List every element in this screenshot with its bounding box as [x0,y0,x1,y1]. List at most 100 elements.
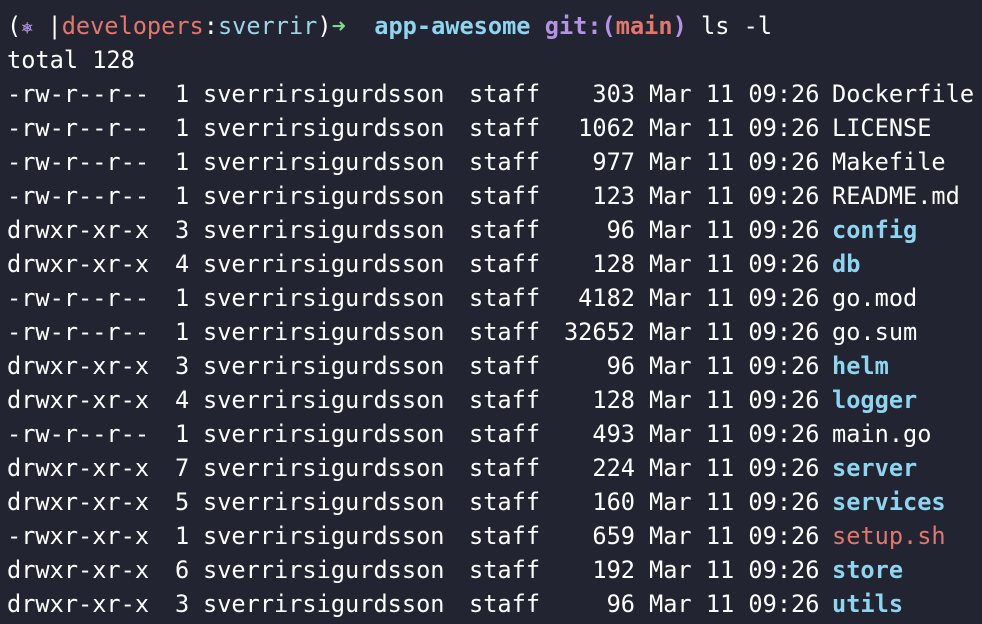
permissions: -rwxr-xr-x [7,522,150,550]
file-name[interactable]: config [832,213,917,247]
link-count: 1 [175,284,190,312]
permissions: drwxr-xr-x [7,250,150,278]
modified-date: Mar 11 09:26 [649,114,820,142]
group: staff [469,352,541,380]
link-count: 1 [175,420,190,448]
link-count: 6 [175,556,190,584]
link-count: 1 [175,182,190,210]
permissions: drwxr-xr-x [7,386,150,414]
modified-date: Mar 11 09:26 [649,216,820,244]
owner: sverrirsigurdsson [203,80,445,108]
file-name[interactable]: store [832,553,903,587]
file-name[interactable]: Makefile [832,145,946,179]
modified-date: Mar 11 09:26 [649,284,820,312]
list-item: drwxr-xr-x 3 sverrirsigurdsson staff 96 Mar 1… [7,587,982,621]
file-size: 96 [606,352,635,380]
group: staff [469,454,541,482]
owner: sverrirsigurdsson [203,182,445,210]
link-count: 4 [175,386,190,414]
kubernetes-helm-icon: ⎈ [21,15,34,39]
list-item: drwxr-xr-x 4 sverrirsigurdsson staff 128 Mar … [7,247,982,281]
modified-date: Mar 11 09:26 [649,80,820,108]
list-item: drwxr-xr-x 5 sverrirsigurdsson staff 160 Mar … [7,485,982,519]
prompt-git-branch: main [615,12,673,40]
link-count: 3 [175,590,190,618]
modified-date: Mar 11 09:26 [649,318,820,346]
list-item: -rw-r--r-- 1 sverrirsigurdsson staff 32652 Ma… [7,315,982,349]
owner: sverrirsigurdsson [203,590,445,618]
total-line: total 128 [7,46,135,74]
prompt-colon: : [203,12,218,40]
prompt-git-close: ) [672,12,687,40]
file-name[interactable]: db [832,247,860,281]
list-item: -rw-r--r-- 1 sverrirsigurdsson staff 1062 Mar… [7,111,982,145]
link-count: 5 [175,488,190,516]
command-input[interactable]: ls -l [701,12,772,40]
modified-date: Mar 11 09:26 [649,352,820,380]
group: staff [469,522,541,550]
file-name[interactable]: main.go [832,417,931,451]
owner: sverrirsigurdsson [203,386,445,414]
prompt-directory: app-awesome [374,12,531,40]
file-name[interactable]: logger [832,383,917,417]
prompt-open-paren: ( [7,12,22,40]
permissions: drwxr-xr-x [7,352,150,380]
modified-date: Mar 11 09:26 [649,522,820,550]
link-count: 7 [175,454,190,482]
list-item: -rw-r--r-- 1 sverrirsigurdsson staff 123 Mar … [7,179,982,213]
terminal-window[interactable]: (⎈ |developers:sverrir)➜ app-awesome git… [0,0,982,624]
file-name[interactable]: services [832,485,946,519]
file-name[interactable]: go.sum [832,315,917,349]
list-item: drwxr-xr-x 6 sverrirsigurdsson staff 192 Mar … [7,553,982,587]
link-count: 1 [175,80,190,108]
file-name[interactable]: helm [832,349,889,383]
modified-date: Mar 11 09:26 [649,590,820,618]
permissions: drwxr-xr-x [7,590,150,618]
file-size: 128 [592,250,635,278]
owner: sverrirsigurdsson [203,420,445,448]
prompt-arrow-icon: ➜ [331,12,346,40]
file-size: 192 [592,556,635,584]
group: staff [469,590,541,618]
list-item: -rw-r--r-- 1 sverrirsigurdsson staff 4182 Mar… [7,281,982,315]
link-count: 1 [175,522,190,550]
file-size: 303 [592,80,635,108]
permissions: drwxr-xr-x [7,488,150,516]
link-count: 1 [175,318,190,346]
file-name[interactable]: README.md [832,179,960,213]
file-name[interactable]: Dockerfile [832,77,974,111]
list-item: -rwxr-xr-x 1 sverrirsigurdsson staff 659 Mar … [7,519,982,553]
file-name[interactable]: utils [832,587,903,621]
file-size: 4182 [578,284,635,312]
group: staff [469,318,541,346]
file-name[interactable]: LICENSE [832,111,931,145]
group: staff [469,216,541,244]
prompt-namespace: sverrir [217,12,318,40]
group: staff [469,386,541,414]
permissions: drwxr-xr-x [7,454,150,482]
group: staff [469,488,541,516]
file-name[interactable]: setup.sh [832,519,946,553]
permissions: drwxr-xr-x [7,556,150,584]
owner: sverrirsigurdsson [203,318,445,346]
group: staff [469,114,541,142]
link-count: 3 [175,216,190,244]
file-size: 123 [592,182,635,210]
prompt-git-label: git:( [544,12,616,40]
file-size: 224 [592,454,635,482]
modified-date: Mar 11 09:26 [649,420,820,448]
file-size: 96 [606,216,635,244]
permissions: -rw-r--r-- [7,318,150,346]
prompt-line: (⎈ |developers:sverrir)➜ app-awesome git… [7,9,982,43]
permissions: -rw-r--r-- [7,114,150,142]
group: staff [469,182,541,210]
file-name[interactable]: go.mod [832,281,917,315]
directory-listing: -rw-r--r-- 1 sverrirsigurdsson staff 303 Mar … [7,77,982,621]
permissions: -rw-r--r-- [7,284,150,312]
file-name[interactable]: server [832,451,917,485]
owner: sverrirsigurdsson [203,352,445,380]
file-size: 1062 [578,114,635,142]
owner: sverrirsigurdsson [203,250,445,278]
file-size: 96 [606,590,635,618]
list-item: -rw-r--r-- 1 sverrirsigurdsson staff 303 Mar … [7,77,982,111]
